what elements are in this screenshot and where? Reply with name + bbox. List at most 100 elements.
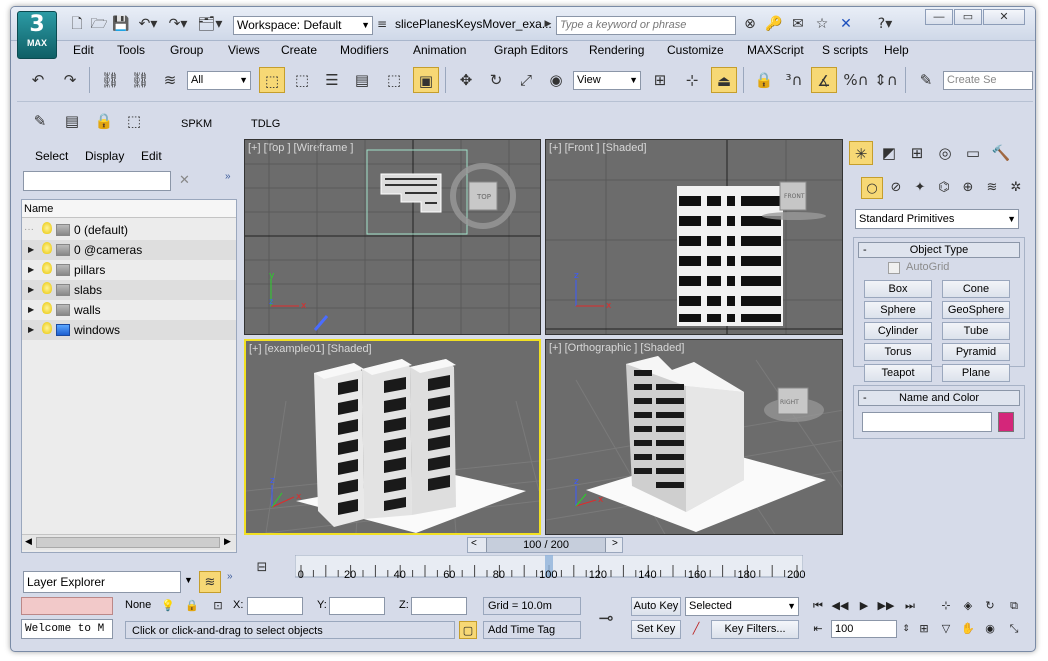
- previous-key-icon[interactable]: ◀◀: [831, 597, 849, 615]
- torus-button[interactable]: Torus: [864, 343, 932, 361]
- viewport-orthographic[interactable]: [+] [Orthographic ] [Shaded] RIGHT z x: [545, 339, 843, 535]
- isolate-selection-icon[interactable]: 💡: [159, 597, 177, 615]
- menu-group[interactable]: Group: [170, 43, 203, 57]
- set-key-tangent-icon[interactable]: ╱: [687, 620, 705, 638]
- redo-icon[interactable]: ↷: [57, 67, 83, 93]
- utilities-tab-icon[interactable]: 🔨: [989, 141, 1013, 165]
- light-bulb-icon[interactable]: [42, 222, 52, 234]
- maximize-viewport-icon[interactable]: ⧉: [1005, 597, 1023, 615]
- expand-arrow-icon[interactable]: ▶: [543, 15, 553, 33]
- layer-row-windows[interactable]: ▶ windows: [22, 320, 236, 340]
- expand-triangle-icon[interactable]: ▶: [28, 280, 34, 300]
- set-key-button[interactable]: Set Key: [631, 620, 681, 639]
- x-coordinate-field[interactable]: [247, 597, 303, 615]
- chevron-down-icon[interactable]: ▼: [184, 575, 193, 585]
- exchange-x-icon[interactable]: ✕: [835, 15, 857, 33]
- scene-explorer-search-input[interactable]: [23, 171, 171, 191]
- go-to-start-icon[interactable]: ⏮: [809, 597, 827, 615]
- binoculars-icon[interactable]: ⊗: [739, 15, 761, 33]
- pan-view-hand-icon[interactable]: ✋: [959, 620, 977, 638]
- geometry-icon[interactable]: ○: [861, 177, 883, 199]
- help-button[interactable]: ?▾: [869, 15, 901, 33]
- layer-row-slabs[interactable]: ▶ slabs: [22, 280, 236, 300]
- absolute-mode-icon[interactable]: ⊡: [209, 597, 227, 615]
- application-button[interactable]: 3 MAX: [17, 11, 57, 59]
- spkm-button[interactable]: SPKM: [181, 118, 212, 130]
- light-bulb-icon[interactable]: [42, 262, 52, 274]
- listener-window-icon[interactable]: ▤: [59, 108, 85, 134]
- undo-icon[interactable]: ↶: [25, 67, 51, 93]
- unlink-selection-icon[interactable]: ⛓: [127, 67, 153, 93]
- teapot-button[interactable]: Teapot: [864, 364, 932, 382]
- menu-customize[interactable]: Customize: [667, 43, 724, 57]
- time-slider[interactable]: < 100 / 200 >: [467, 537, 623, 553]
- layer-stack-icon[interactable]: [56, 264, 70, 276]
- space-warps-icon[interactable]: ≋: [981, 177, 1003, 199]
- tube-button[interactable]: Tube: [942, 322, 1010, 340]
- next-key-icon[interactable]: ▶▶: [877, 597, 895, 615]
- layer-stack-icon[interactable]: [56, 284, 70, 296]
- display-tab-icon[interactable]: ▭: [961, 141, 985, 165]
- set-key-key-icon[interactable]: ⊸: [587, 603, 625, 635]
- arc-rotate-icon[interactable]: ↻: [981, 597, 999, 615]
- menu-rendering[interactable]: Rendering: [589, 43, 644, 57]
- menu-animation[interactable]: Animation: [413, 43, 466, 57]
- shapes-icon[interactable]: ⊘: [885, 177, 907, 199]
- scene-explorer-tab-display[interactable]: Display: [85, 149, 124, 163]
- select-and-scale-icon[interactable]: ⤢: [513, 67, 539, 93]
- time-slider-thumb[interactable]: 100 / 200: [486, 538, 606, 552]
- expand-triangle-icon[interactable]: ▶: [28, 320, 34, 340]
- plane-button[interactable]: Plane: [942, 364, 1010, 382]
- layer-row-walls[interactable]: ▶ walls: [22, 300, 236, 320]
- viewport-front[interactable]: [+] [Front ] [Shaded] FRONT z x: [545, 139, 843, 335]
- quick-access-menu-icon[interactable]: ≡: [375, 15, 389, 33]
- autogrid-checkbox[interactable]: [888, 262, 900, 274]
- light-bulb-icon[interactable]: [42, 282, 52, 294]
- select-and-move-icon[interactable]: ✥: [453, 67, 479, 93]
- rectangular-selection-region-icon[interactable]: ▤: [349, 67, 375, 93]
- maxscript-listener-output[interactable]: Welcome to M: [21, 619, 113, 639]
- object-type-header[interactable]: - Object Type: [858, 242, 1020, 258]
- selection-lock-icon[interactable]: 🔒: [183, 597, 201, 615]
- menu-tools[interactable]: Tools: [117, 43, 145, 57]
- helpers-icon[interactable]: ⊕: [957, 177, 979, 199]
- expand-panel-icon[interactable]: »: [225, 171, 231, 182]
- zoom-extents-icon[interactable]: ⊹: [937, 597, 955, 615]
- object-name-input[interactable]: [862, 412, 992, 432]
- layer-row-cameras[interactable]: ▶ 0 @cameras: [22, 240, 236, 260]
- open-file-icon[interactable]: 🗁: [89, 15, 109, 33]
- explorer-type-dropdown[interactable]: Layer Explorer: [23, 571, 181, 593]
- expand-triangle-icon[interactable]: ▶: [28, 260, 34, 280]
- communication-center-icon[interactable]: ✉: [787, 15, 809, 33]
- y-coordinate-field[interactable]: [329, 597, 385, 615]
- object-category-dropdown[interactable]: Standard Primitives ▼: [855, 209, 1019, 229]
- cameras-icon[interactable]: ⌬: [933, 177, 955, 199]
- key-filter-selection-dropdown[interactable]: Selected ▼: [685, 597, 799, 616]
- select-cursor-icon[interactable]: ⬚: [121, 108, 147, 134]
- window-crossing-icon[interactable]: ⬚: [381, 67, 407, 93]
- menu-maxscript[interactable]: MAXScript: [747, 43, 804, 57]
- spinner-snap-icon[interactable]: ⇕∩: [873, 67, 899, 93]
- cylinder-button[interactable]: Cylinder: [864, 322, 932, 340]
- select-object-icon[interactable]: ⬚: [259, 67, 285, 93]
- undo-icon[interactable]: ↶▾: [135, 15, 161, 33]
- time-configuration-icon[interactable]: ⊞: [915, 620, 933, 638]
- orbit-subobject-icon[interactable]: ◈: [959, 597, 977, 615]
- selection-filter-dropdown[interactable]: All ▼: [187, 71, 251, 90]
- close-button[interactable]: ✕: [983, 9, 1025, 25]
- layer-row-pillars[interactable]: ▶ pillars: [22, 260, 236, 280]
- minimize-button[interactable]: —: [925, 9, 953, 25]
- sphere-button[interactable]: Sphere: [864, 301, 932, 319]
- layer-stack-toggle-icon[interactable]: ≋: [199, 571, 221, 593]
- maxscript-mini-listener-pink[interactable]: [21, 597, 113, 615]
- scene-explorer-tab-select[interactable]: Select: [35, 149, 68, 163]
- favorites-star-icon[interactable]: ☆: [811, 15, 833, 33]
- select-and-link-icon[interactable]: ⛓: [97, 67, 123, 93]
- edit-named-selection-icon[interactable]: ✎: [913, 67, 939, 93]
- workspace-dropdown[interactable]: Workspace: Default ▼: [233, 16, 373, 35]
- field-of-view-icon[interactable]: ▽: [937, 620, 955, 638]
- maximize-button[interactable]: ▭: [954, 9, 982, 25]
- scene-explorer-tab-edit[interactable]: Edit: [141, 149, 162, 163]
- auto-key-button[interactable]: Auto Key: [631, 597, 681, 616]
- menu-edit[interactable]: Edit: [73, 43, 94, 57]
